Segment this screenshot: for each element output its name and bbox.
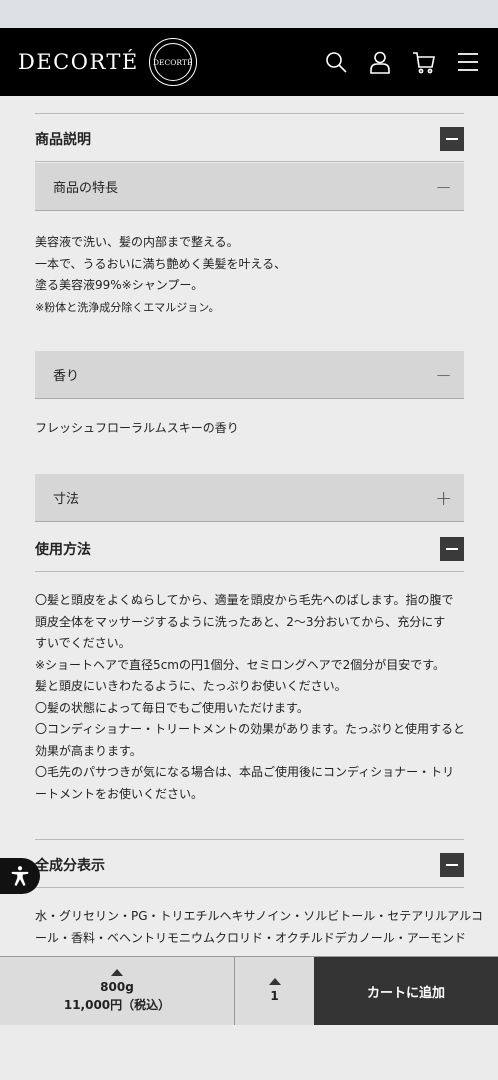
minus-icon[interactable]: −: [435, 177, 452, 197]
subsection-scent-header[interactable]: 香り −: [35, 351, 464, 399]
text-line: ※ショートヘアで直径5cmの円1個分、セミロングヘアで2個分が目安です。: [35, 657, 446, 672]
text-line: ※粉体と洗浄成分除くエマルジョン。: [35, 300, 220, 314]
text-line: 頭皮全体をマッサージするように洗ったあと、2〜3分おいてから、充分にす: [35, 614, 446, 629]
size-label: 800g: [100, 979, 134, 994]
section-ingredients-header[interactable]: 全成分表示: [35, 842, 464, 888]
accessibility-button[interactable]: [0, 858, 40, 894]
text-line: すいでください。: [35, 636, 131, 650]
subsection-title: 寸法: [53, 492, 80, 507]
divider: [35, 839, 464, 840]
text-line: 〇コンディショナー・トリートメントの効果があります。たっぷりと使用すると: [35, 722, 465, 736]
seal-text: DECORTÉ: [153, 57, 193, 67]
accessibility-icon: [11, 866, 29, 886]
brand-logo[interactable]: DECORTÉ: [18, 50, 139, 74]
text-line: 〇毛先のパサつきが気になる場合は、本品ご使用後にコンディショナー・トリ: [35, 765, 455, 779]
cart-icon[interactable]: [412, 50, 436, 74]
text-line: 美容液で洗い、髪の内部まで整える。: [35, 235, 239, 249]
price-label: 11,000円（税込）: [63, 997, 171, 1012]
collapse-icon[interactable]: [440, 126, 464, 151]
status-bar: [0, 0, 498, 28]
text-line: フレッシュフローラルムスキーの香り: [35, 421, 239, 435]
quantity-selector[interactable]: 1: [235, 957, 314, 1025]
size-selector[interactable]: 800g 11,000円（税込）: [0, 957, 235, 1025]
usage-text: 〇髪と頭皮をよくぬらしてから、適量を頭皮から毛先へのばします。指の腹で 頭皮全体…: [35, 590, 465, 805]
text-line: 塗る美容液99%※シャンプー。: [35, 278, 204, 292]
page-background: [0, 1025, 498, 1080]
collapse-icon[interactable]: [440, 536, 464, 561]
text-line: 効果が高まります。: [35, 743, 142, 758]
text-line: 水・グリセリン・PG・トリエチルヘキサノイン・ソルビトール・セテアリルアルコ: [35, 909, 483, 923]
text-line: 一本で、うるおいに満ち艶めく美髪を叶える、: [35, 256, 287, 271]
menu-icon[interactable]: [456, 50, 480, 74]
brand-seal-icon: DECORTÉ: [148, 38, 197, 86]
quantity-value: 1: [270, 988, 279, 1003]
site-header: DECORTÉ DECORTÉ: [0, 28, 498, 96]
text-line: ール・香料・ベヘントリモニウムクロリド・オクチルドデカノール・アーモンド: [35, 930, 467, 945]
text-line: 〇髪の状態によって毎日でもご使用いただけます。: [35, 700, 309, 715]
text-line: 髪と頭皮にいきわたるように、たっぷりお使いください。: [35, 679, 347, 693]
section-title: 全成分表示: [35, 857, 105, 874]
section-title: 商品説明: [35, 131, 91, 148]
text-line: 〇髪と頭皮をよくぬらしてから、適量を頭皮から毛先へのばします。指の腹で: [35, 593, 454, 607]
purchase-bar: 800g 11,000円（税込） 1 カートに追加: [0, 956, 498, 1025]
subsection-title: 香り: [53, 369, 80, 384]
text-line: ートメントをお使いください。: [35, 786, 204, 801]
add-to-cart-button[interactable]: カートに追加: [314, 957, 498, 1025]
collapse-icon[interactable]: [440, 852, 464, 877]
plus-icon[interactable]: +: [435, 488, 452, 508]
section-description-header[interactable]: 商品説明: [35, 116, 464, 162]
section-title: 使用方法: [35, 541, 91, 558]
divider: [35, 113, 464, 114]
subsection-title: 商品の特長: [53, 181, 119, 196]
header-icons: [324, 50, 480, 74]
caret-up-icon: [268, 977, 281, 985]
search-icon[interactable]: [324, 50, 348, 74]
section-usage-header[interactable]: 使用方法: [35, 526, 464, 572]
account-icon[interactable]: [368, 50, 392, 74]
scent-text: フレッシュフローラルムスキーの香り: [35, 418, 465, 440]
ingredients-text: 水・グリセリン・PG・トリエチルヘキサノイン・ソルビトール・セテアリルアルコ ー…: [35, 906, 483, 949]
subsection-features-header[interactable]: 商品の特長 −: [35, 163, 464, 211]
subsection-size-header[interactable]: 寸法 +: [35, 474, 464, 522]
features-text: 美容液で洗い、髪の内部まで整える。 一本で、うるおいに満ち艶めく美髪を叶える、 …: [35, 232, 465, 318]
minus-icon[interactable]: −: [435, 365, 452, 385]
caret-up-icon: [111, 968, 123, 976]
